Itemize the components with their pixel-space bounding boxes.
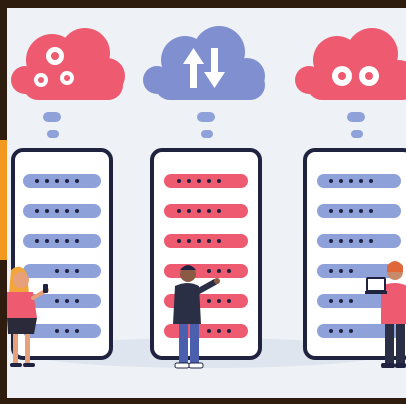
server-rack-center (150, 148, 262, 360)
cloud-right (295, 28, 406, 138)
cloud-link-dot (197, 112, 215, 122)
cloud-servers-illustration (7, 8, 406, 398)
scene-svg (7, 26, 406, 369)
cloud-link-dot (347, 112, 365, 122)
cloud-link-dot (43, 112, 61, 122)
cloud-link-dot (47, 130, 59, 138)
cloud-left (11, 28, 125, 138)
cloud-link-dot (351, 130, 363, 138)
cloud-link-dot (201, 130, 213, 138)
cloud-center (143, 26, 265, 138)
